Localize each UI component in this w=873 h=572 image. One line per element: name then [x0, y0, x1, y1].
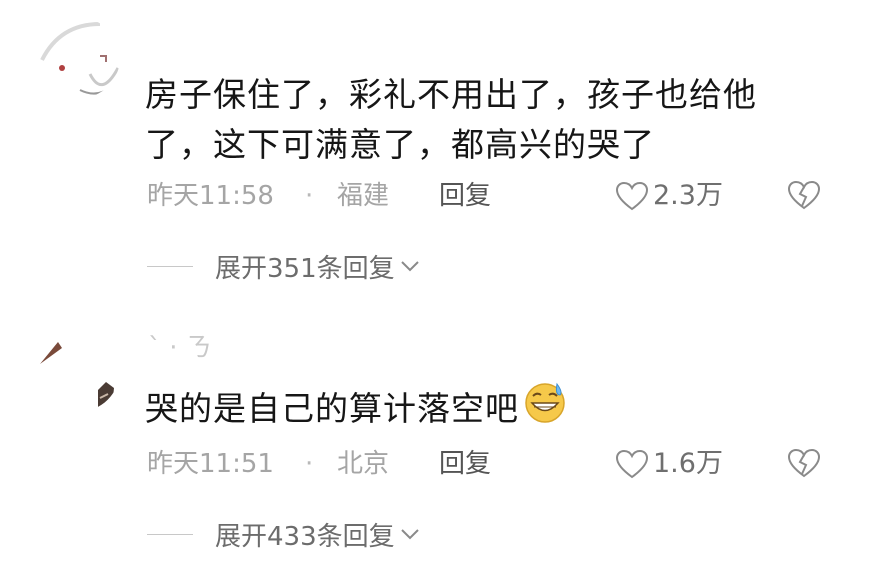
reply-button[interactable]: 回复 — [439, 176, 491, 216]
heart-outline-icon — [615, 181, 649, 211]
avatar-image — [36, 328, 120, 412]
avatar-image — [40, 18, 120, 98]
comment-text-line: 了，这下可满意了，都高兴的哭了 — [145, 125, 655, 164]
expand-replies-label: 展开433条回复 — [215, 521, 395, 552]
chevron-down-icon — [400, 529, 419, 540]
like-button[interactable]: 2.3万 — [615, 176, 723, 216]
comment-item: 房子保住了，彩礼不用出了，孩子也给他 了，这下可满意了，都高兴的哭了 昨天11:… — [0, 0, 873, 300]
comment-meta: 昨天11:51 · 北京 回复 1.6万 — [147, 444, 837, 484]
heart-outline-icon — [615, 449, 649, 479]
comment-text-line: 哭的是自己的算计落空吧 — [145, 389, 519, 428]
location: 福建 — [337, 181, 390, 211]
broken-heart-icon — [787, 180, 821, 210]
comment-text-line: 房子保住了，彩礼不用出了，孩子也给他 — [145, 75, 757, 114]
timestamp: 昨天11:51 — [147, 449, 274, 479]
avatar[interactable] — [40, 18, 120, 98]
broken-heart-icon — [787, 448, 821, 478]
expand-replies-label: 展开351条回复 — [215, 253, 395, 284]
divider — [147, 265, 193, 267]
comment-meta: 昨天11:58 · 福建 回复 2.3万 — [147, 176, 837, 216]
reply-button[interactable]: 回复 — [439, 444, 491, 484]
like-count: 1.6万 — [653, 448, 723, 479]
separator-dot: · — [305, 181, 314, 211]
comment-text: 哭的是自己的算计落空吧 — [145, 380, 825, 438]
username[interactable] — [148, 14, 308, 50]
timestamp: 昨天11:58 — [147, 181, 274, 211]
username[interactable]: ` · ㄋ — [148, 330, 348, 366]
expand-replies[interactable]: 展开351条回复 — [147, 246, 421, 286]
like-button[interactable]: 1.6万 — [615, 444, 723, 484]
expand-replies[interactable]: 展开433条回复 — [147, 514, 421, 554]
divider — [147, 533, 193, 535]
comment-text: 房子保住了，彩礼不用出了，孩子也给他 了，这下可满意了，都高兴的哭了 — [145, 70, 825, 170]
chevron-down-icon — [400, 261, 419, 272]
like-count: 2.3万 — [653, 180, 723, 211]
separator-dot: · — [305, 449, 314, 479]
dislike-button[interactable] — [787, 179, 821, 223]
grinning-sweat-emoji — [523, 380, 567, 438]
comment-item: ` · ㄋ 哭的是自己的算计落空吧 昨天11:51 · 北京 回复 1.6万 展… — [0, 300, 873, 572]
avatar[interactable] — [36, 328, 120, 412]
dislike-button[interactable] — [787, 447, 821, 491]
location: 北京 — [337, 449, 390, 479]
